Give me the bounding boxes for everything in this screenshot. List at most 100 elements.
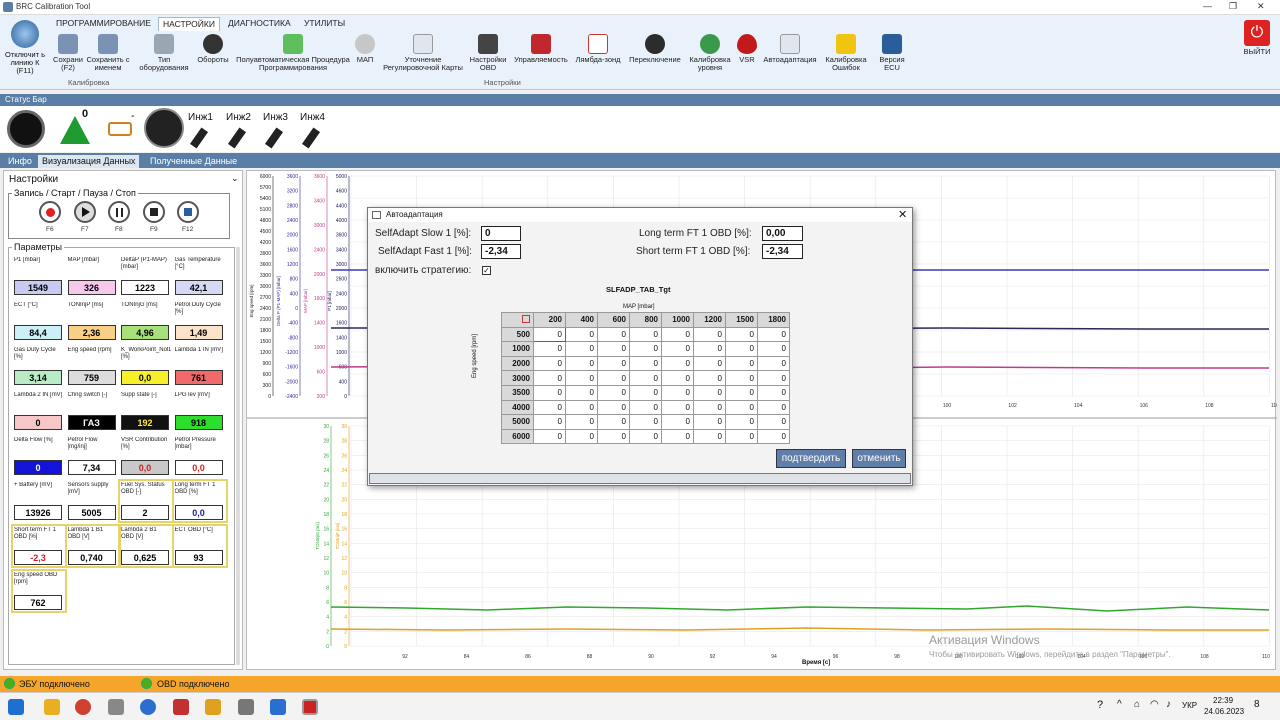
notifications-icon[interactable]: 8 xyxy=(1254,699,1260,710)
start-button[interactable] xyxy=(74,201,96,223)
network-icon[interactable]: ⌂ xyxy=(1134,699,1140,710)
table-cell[interactable]: 0 xyxy=(757,428,790,445)
table-cell[interactable]: 0 xyxy=(757,370,790,386)
stop-button[interactable] xyxy=(143,201,165,223)
autoadaptation-button[interactable]: Автоадаптация xyxy=(760,34,820,86)
table-cell[interactable]: 0 xyxy=(597,370,630,386)
table-cell[interactable]: 0 xyxy=(757,355,790,372)
table-cell[interactable]: 0 xyxy=(725,384,758,401)
tab-settings[interactable]: НАСТРОЙКИ xyxy=(158,17,220,31)
table-cell[interactable]: 0 xyxy=(533,384,566,401)
brc-taskbar-icon[interactable] xyxy=(302,699,318,715)
notes-icon[interactable] xyxy=(108,699,124,715)
rpm-button[interactable]: Обороты xyxy=(193,34,233,86)
short-term-input[interactable]: -2,34 xyxy=(762,244,803,259)
table-cell[interactable]: 0 xyxy=(725,399,758,416)
strategy-checkbox[interactable]: ✓ xyxy=(482,266,491,275)
table-cell[interactable]: 0 xyxy=(757,414,790,430)
table-cell[interactable]: 0 xyxy=(565,355,598,372)
slow-input[interactable]: 0 xyxy=(481,226,521,241)
table-cell[interactable]: 0 xyxy=(565,341,598,357)
table-cell[interactable]: 0 xyxy=(565,414,598,430)
record-button[interactable] xyxy=(39,201,61,223)
table-cell[interactable]: 0 xyxy=(629,370,662,386)
pause-button[interactable] xyxy=(108,201,130,223)
maximize-icon[interactable]: ❐ xyxy=(1229,1,1237,12)
tab-data-visualization[interactable]: Визуализация Данных xyxy=(38,155,140,168)
table-cell[interactable]: 0 xyxy=(597,341,630,357)
equipment-type-button[interactable]: Тип оборудования xyxy=(136,34,192,86)
table-cell[interactable]: 0 xyxy=(597,414,630,430)
app-icon-orange[interactable] xyxy=(205,699,221,715)
table-cell[interactable]: 0 xyxy=(597,326,630,343)
table-cell[interactable]: 0 xyxy=(693,428,726,445)
table-cell[interactable]: 0 xyxy=(629,414,662,430)
table-cell[interactable]: 0 xyxy=(757,326,790,343)
tab-programming[interactable]: ПРОГРАММИРОВАНИЕ xyxy=(52,17,155,31)
table-cell[interactable]: 0 xyxy=(725,428,758,445)
table-cell[interactable]: 0 xyxy=(565,384,598,401)
table-cell[interactable]: 0 xyxy=(661,428,694,445)
table-cell[interactable]: 0 xyxy=(725,355,758,372)
error-calibration-button[interactable]: Калибровка Ошибок xyxy=(822,34,870,86)
table-cell[interactable]: 0 xyxy=(661,355,694,372)
table-cell[interactable]: 0 xyxy=(693,355,726,372)
tab-diagnostics[interactable]: ДИАГНОСТИКА xyxy=(224,17,295,31)
table-cell[interactable]: 0 xyxy=(693,414,726,430)
volume-icon[interactable]: ♪ xyxy=(1166,699,1171,710)
table-cell[interactable]: 0 xyxy=(757,384,790,401)
table-cell[interactable]: 0 xyxy=(661,326,694,343)
tab-utilities[interactable]: УТИЛИТЫ xyxy=(300,17,349,31)
confirm-button[interactable]: подтвердить xyxy=(776,449,846,468)
app-icon-gray[interactable] xyxy=(238,699,254,715)
vsr-button[interactable]: VSR xyxy=(736,34,758,86)
close-icon[interactable]: ✕ xyxy=(1257,1,1265,12)
table-cell[interactable]: 0 xyxy=(661,384,694,401)
table-cell[interactable]: 0 xyxy=(629,355,662,372)
minimize-icon[interactable]: — xyxy=(1203,1,1212,11)
dialog-close-icon[interactable]: ✕ xyxy=(898,208,907,221)
table-cell[interactable]: 0 xyxy=(597,399,630,416)
disconnect-button[interactable]: Отключит ь линию К (F11) xyxy=(3,18,47,88)
table-cell[interactable]: 0 xyxy=(629,428,662,445)
table-cell[interactable]: 0 xyxy=(565,399,598,416)
tray-chevron-icon[interactable]: ^ xyxy=(1117,699,1122,710)
long-term-input[interactable]: 0,00 xyxy=(762,226,803,241)
table-cell[interactable]: 0 xyxy=(725,370,758,386)
table-cell[interactable]: 0 xyxy=(597,384,630,401)
table-cell[interactable]: 0 xyxy=(725,414,758,430)
fast-input[interactable]: -2,34 xyxy=(481,244,521,259)
app-icon-photo[interactable] xyxy=(270,699,286,715)
explorer-icon[interactable] xyxy=(44,699,60,715)
ecu-version-button[interactable]: Версия ECU xyxy=(876,34,908,86)
table-cell[interactable]: 0 xyxy=(597,428,630,445)
table-cell[interactable]: 0 xyxy=(661,341,694,357)
table-cell[interactable]: 0 xyxy=(725,326,758,343)
table-cell[interactable]: 0 xyxy=(533,355,566,372)
tab-info[interactable]: Инфо xyxy=(4,155,36,168)
table-cell[interactable]: 0 xyxy=(693,384,726,401)
app-icon-blue[interactable] xyxy=(140,699,156,715)
table-cell[interactable]: 0 xyxy=(757,399,790,416)
table-cell[interactable]: 0 xyxy=(661,399,694,416)
table-cell[interactable]: 0 xyxy=(533,326,566,343)
table-cell[interactable]: 0 xyxy=(597,355,630,372)
tab-received-data[interactable]: Полученные Данные xyxy=(146,155,241,168)
wifi-icon[interactable]: ◠ xyxy=(1150,699,1159,710)
semiauto-programming-button[interactable]: Полуавтоматическая Процедура Программиро… xyxy=(234,34,352,86)
table-cell[interactable]: 0 xyxy=(533,370,566,386)
table-cell[interactable]: 0 xyxy=(661,414,694,430)
map-refine-button[interactable]: Уточнение Регулировочной Карты xyxy=(380,34,466,86)
table-cell[interactable]: 0 xyxy=(693,370,726,386)
collapse-icon[interactable]: ⌄ xyxy=(231,173,239,184)
exit-button[interactable]: ⏻ ВЫЙТИ xyxy=(1238,20,1276,72)
level-calibration-button[interactable]: Калибровка уровня xyxy=(686,34,734,86)
table-cell[interactable]: 0 xyxy=(693,399,726,416)
switch-button[interactable]: Переключение xyxy=(625,34,685,86)
language-indicator[interactable]: УКР xyxy=(1182,701,1197,710)
lambda-button[interactable]: Лямбда-зонд xyxy=(572,34,624,86)
cancel-button[interactable]: отменить xyxy=(852,449,906,468)
table-cell[interactable]: 0 xyxy=(565,428,598,445)
table-cell[interactable]: 0 xyxy=(629,399,662,416)
table-cell[interactable]: 0 xyxy=(629,341,662,357)
